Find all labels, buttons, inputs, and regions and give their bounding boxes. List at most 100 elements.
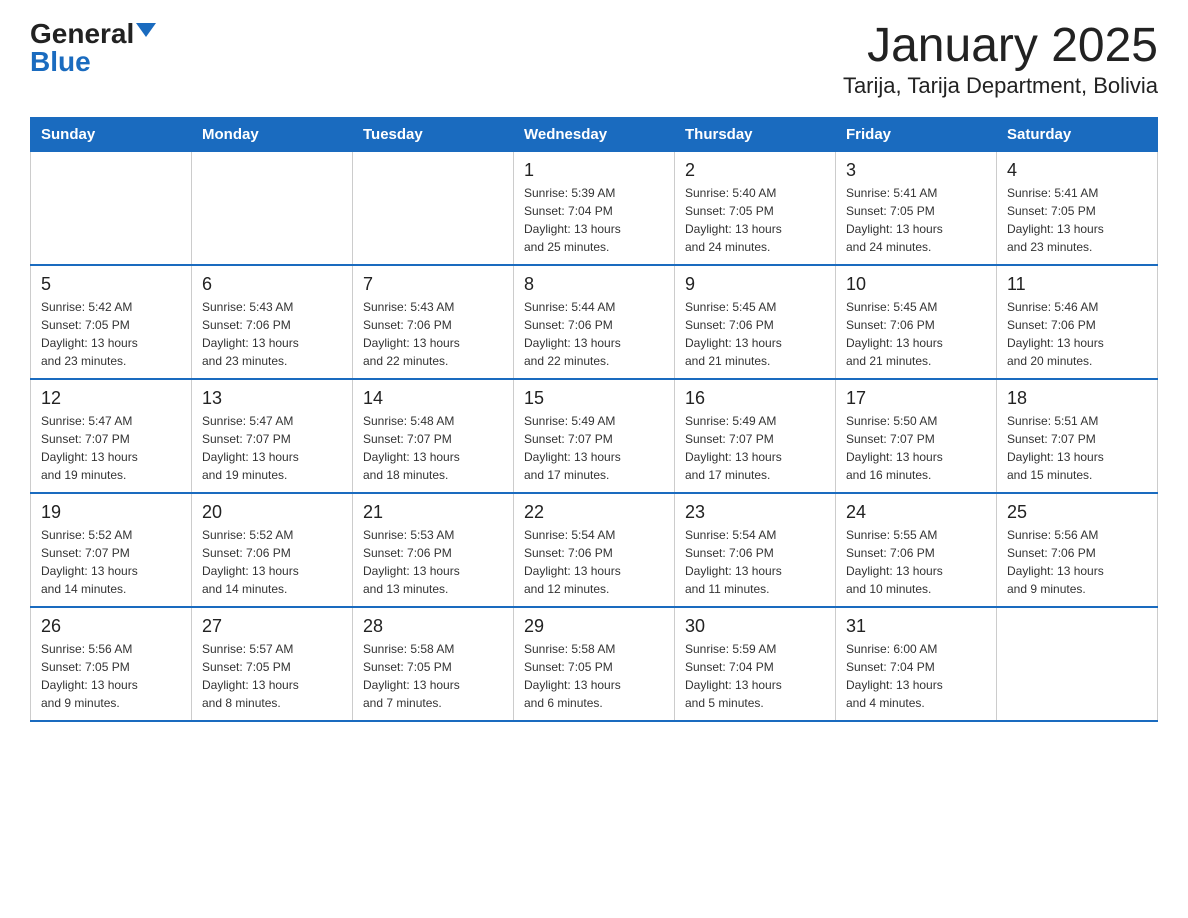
calendar-header: Sunday Monday Tuesday Wednesday Thursday… <box>31 117 1158 151</box>
day-info: Sunrise: 5:54 AM Sunset: 7:06 PM Dayligh… <box>685 526 825 598</box>
day-number: 4 <box>1007 160 1147 181</box>
day-info: Sunrise: 5:51 AM Sunset: 7:07 PM Dayligh… <box>1007 412 1147 484</box>
day-number: 27 <box>202 616 342 637</box>
calendar-cell: 20 Sunrise: 5:52 AM Sunset: 7:06 PM Dayli… <box>192 493 353 607</box>
calendar-week-0: 1 Sunrise: 5:39 AM Sunset: 7:04 PM Daylig… <box>31 151 1158 265</box>
day-number: 19 <box>41 502 181 523</box>
day-info: Sunrise: 5:54 AM Sunset: 7:06 PM Dayligh… <box>524 526 664 598</box>
calendar-cell: 11 Sunrise: 5:46 AM Sunset: 7:06 PM Dayli… <box>997 265 1158 379</box>
day-info: Sunrise: 5:53 AM Sunset: 7:06 PM Dayligh… <box>363 526 503 598</box>
col-sunday: Sunday <box>31 117 192 151</box>
logo-general-text: General <box>30 20 134 48</box>
calendar-cell: 6 Sunrise: 5:43 AM Sunset: 7:06 PM Daylig… <box>192 265 353 379</box>
col-saturday: Saturday <box>997 117 1158 151</box>
day-info: Sunrise: 5:50 AM Sunset: 7:07 PM Dayligh… <box>846 412 986 484</box>
calendar-cell: 28 Sunrise: 5:58 AM Sunset: 7:05 PM Dayli… <box>353 607 514 721</box>
calendar-week-3: 19Sunrise: 5:52 AM Sunset: 7:07 PM Dayli… <box>31 493 1158 607</box>
calendar-cell: 24 Sunrise: 5:55 AM Sunset: 7:06 PM Dayli… <box>836 493 997 607</box>
calendar-body: 1 Sunrise: 5:39 AM Sunset: 7:04 PM Daylig… <box>31 151 1158 721</box>
calendar-week-1: 5 Sunrise: 5:42 AM Sunset: 7:05 PM Daylig… <box>31 265 1158 379</box>
day-info: Sunrise: 5:45 AM Sunset: 7:06 PM Dayligh… <box>846 298 986 370</box>
day-info: Sunrise: 5:47 AM Sunset: 7:07 PM Dayligh… <box>202 412 342 484</box>
calendar-cell: 5 Sunrise: 5:42 AM Sunset: 7:05 PM Daylig… <box>31 265 192 379</box>
day-info: Sunrise: 5:41 AM Sunset: 7:05 PM Dayligh… <box>1007 184 1147 256</box>
calendar-cell: 13 Sunrise: 5:47 AM Sunset: 7:07 PM Dayli… <box>192 379 353 493</box>
day-info: Sunrise: 5:56 AM Sunset: 7:05 PM Dayligh… <box>41 640 181 712</box>
day-info: Sunrise: 5:42 AM Sunset: 7:05 PM Dayligh… <box>41 298 181 370</box>
calendar-cell <box>192 151 353 265</box>
day-number: 31 <box>846 616 986 637</box>
day-info: Sunrise: 5:39 AM Sunset: 7:04 PM Dayligh… <box>524 184 664 256</box>
calendar-cell: 23 Sunrise: 5:54 AM Sunset: 7:06 PM Dayli… <box>675 493 836 607</box>
calendar-cell: 10Sunrise: 5:45 AM Sunset: 7:06 PM Dayli… <box>836 265 997 379</box>
day-number: 2 <box>685 160 825 181</box>
day-number: 1 <box>524 160 664 181</box>
day-info: Sunrise: 5:43 AM Sunset: 7:06 PM Dayligh… <box>363 298 503 370</box>
logo: General Blue <box>30 20 156 76</box>
day-info: Sunrise: 5:58 AM Sunset: 7:05 PM Dayligh… <box>524 640 664 712</box>
day-number: 24 <box>846 502 986 523</box>
calendar-cell: 9Sunrise: 5:45 AM Sunset: 7:06 PM Daylig… <box>675 265 836 379</box>
day-number: 29 <box>524 616 664 637</box>
calendar-cell: 14Sunrise: 5:48 AM Sunset: 7:07 PM Dayli… <box>353 379 514 493</box>
col-friday: Friday <box>836 117 997 151</box>
day-info: Sunrise: 5:58 AM Sunset: 7:05 PM Dayligh… <box>363 640 503 712</box>
calendar-cell: 30 Sunrise: 5:59 AM Sunset: 7:04 PM Dayli… <box>675 607 836 721</box>
day-info: Sunrise: 5:40 AM Sunset: 7:05 PM Dayligh… <box>685 184 825 256</box>
calendar-cell: 3Sunrise: 5:41 AM Sunset: 7:05 PM Daylig… <box>836 151 997 265</box>
calendar-cell: 21 Sunrise: 5:53 AM Sunset: 7:06 PM Dayli… <box>353 493 514 607</box>
day-number: 12 <box>41 388 181 409</box>
day-number: 23 <box>685 502 825 523</box>
calendar-cell: 1 Sunrise: 5:39 AM Sunset: 7:04 PM Daylig… <box>514 151 675 265</box>
day-info: Sunrise: 5:46 AM Sunset: 7:06 PM Dayligh… <box>1007 298 1147 370</box>
calendar-cell <box>31 151 192 265</box>
day-number: 8 <box>524 274 664 295</box>
col-wednesday: Wednesday <box>514 117 675 151</box>
calendar-cell: 17 Sunrise: 5:50 AM Sunset: 7:07 PM Dayli… <box>836 379 997 493</box>
day-number: 6 <box>202 274 342 295</box>
calendar-cell: 18 Sunrise: 5:51 AM Sunset: 7:07 PM Dayli… <box>997 379 1158 493</box>
calendar-week-2: 12 Sunrise: 5:47 AM Sunset: 7:07 PM Dayli… <box>31 379 1158 493</box>
col-thursday: Thursday <box>675 117 836 151</box>
page-subtitle: Tarija, Tarija Department, Bolivia <box>843 73 1158 99</box>
calendar-cell: 4 Sunrise: 5:41 AM Sunset: 7:05 PM Daylig… <box>997 151 1158 265</box>
day-info: Sunrise: 5:49 AM Sunset: 7:07 PM Dayligh… <box>524 412 664 484</box>
calendar-cell <box>997 607 1158 721</box>
day-number: 5 <box>41 274 181 295</box>
header-row: Sunday Monday Tuesday Wednesday Thursday… <box>31 117 1158 151</box>
day-info: Sunrise: 5:44 AM Sunset: 7:06 PM Dayligh… <box>524 298 664 370</box>
day-info: Sunrise: 5:48 AM Sunset: 7:07 PM Dayligh… <box>363 412 503 484</box>
day-number: 28 <box>363 616 503 637</box>
day-info: Sunrise: 5:47 AM Sunset: 7:07 PM Dayligh… <box>41 412 181 484</box>
calendar-cell: 25Sunrise: 5:56 AM Sunset: 7:06 PM Dayli… <box>997 493 1158 607</box>
day-number: 20 <box>202 502 342 523</box>
day-number: 21 <box>363 502 503 523</box>
calendar-cell: 12 Sunrise: 5:47 AM Sunset: 7:07 PM Dayli… <box>31 379 192 493</box>
calendar-cell: 26 Sunrise: 5:56 AM Sunset: 7:05 PM Dayli… <box>31 607 192 721</box>
calendar-cell: 15Sunrise: 5:49 AM Sunset: 7:07 PM Dayli… <box>514 379 675 493</box>
day-number: 16 <box>685 388 825 409</box>
day-number: 26 <box>41 616 181 637</box>
logo-arrow-icon <box>136 23 156 37</box>
calendar-cell: 29 Sunrise: 5:58 AM Sunset: 7:05 PM Dayli… <box>514 607 675 721</box>
day-info: Sunrise: 5:43 AM Sunset: 7:06 PM Dayligh… <box>202 298 342 370</box>
day-info: Sunrise: 5:49 AM Sunset: 7:07 PM Dayligh… <box>685 412 825 484</box>
day-number: 3 <box>846 160 986 181</box>
day-number: 30 <box>685 616 825 637</box>
calendar-cell: 27Sunrise: 5:57 AM Sunset: 7:05 PM Dayli… <box>192 607 353 721</box>
day-info: Sunrise: 6:00 AM Sunset: 7:04 PM Dayligh… <box>846 640 986 712</box>
calendar-table: Sunday Monday Tuesday Wednesday Thursday… <box>30 117 1158 722</box>
calendar-cell: 19Sunrise: 5:52 AM Sunset: 7:07 PM Dayli… <box>31 493 192 607</box>
day-info: Sunrise: 5:52 AM Sunset: 7:06 PM Dayligh… <box>202 526 342 598</box>
calendar-cell: 16 Sunrise: 5:49 AM Sunset: 7:07 PM Dayli… <box>675 379 836 493</box>
day-number: 13 <box>202 388 342 409</box>
day-info: Sunrise: 5:56 AM Sunset: 7:06 PM Dayligh… <box>1007 526 1147 598</box>
day-info: Sunrise: 5:55 AM Sunset: 7:06 PM Dayligh… <box>846 526 986 598</box>
calendar-week-4: 26 Sunrise: 5:56 AM Sunset: 7:05 PM Dayli… <box>31 607 1158 721</box>
calendar-cell: 31 Sunrise: 6:00 AM Sunset: 7:04 PM Dayli… <box>836 607 997 721</box>
day-number: 17 <box>846 388 986 409</box>
logo-blue-text: Blue <box>30 48 91 76</box>
day-number: 11 <box>1007 274 1147 295</box>
day-info: Sunrise: 5:59 AM Sunset: 7:04 PM Dayligh… <box>685 640 825 712</box>
day-number: 18 <box>1007 388 1147 409</box>
